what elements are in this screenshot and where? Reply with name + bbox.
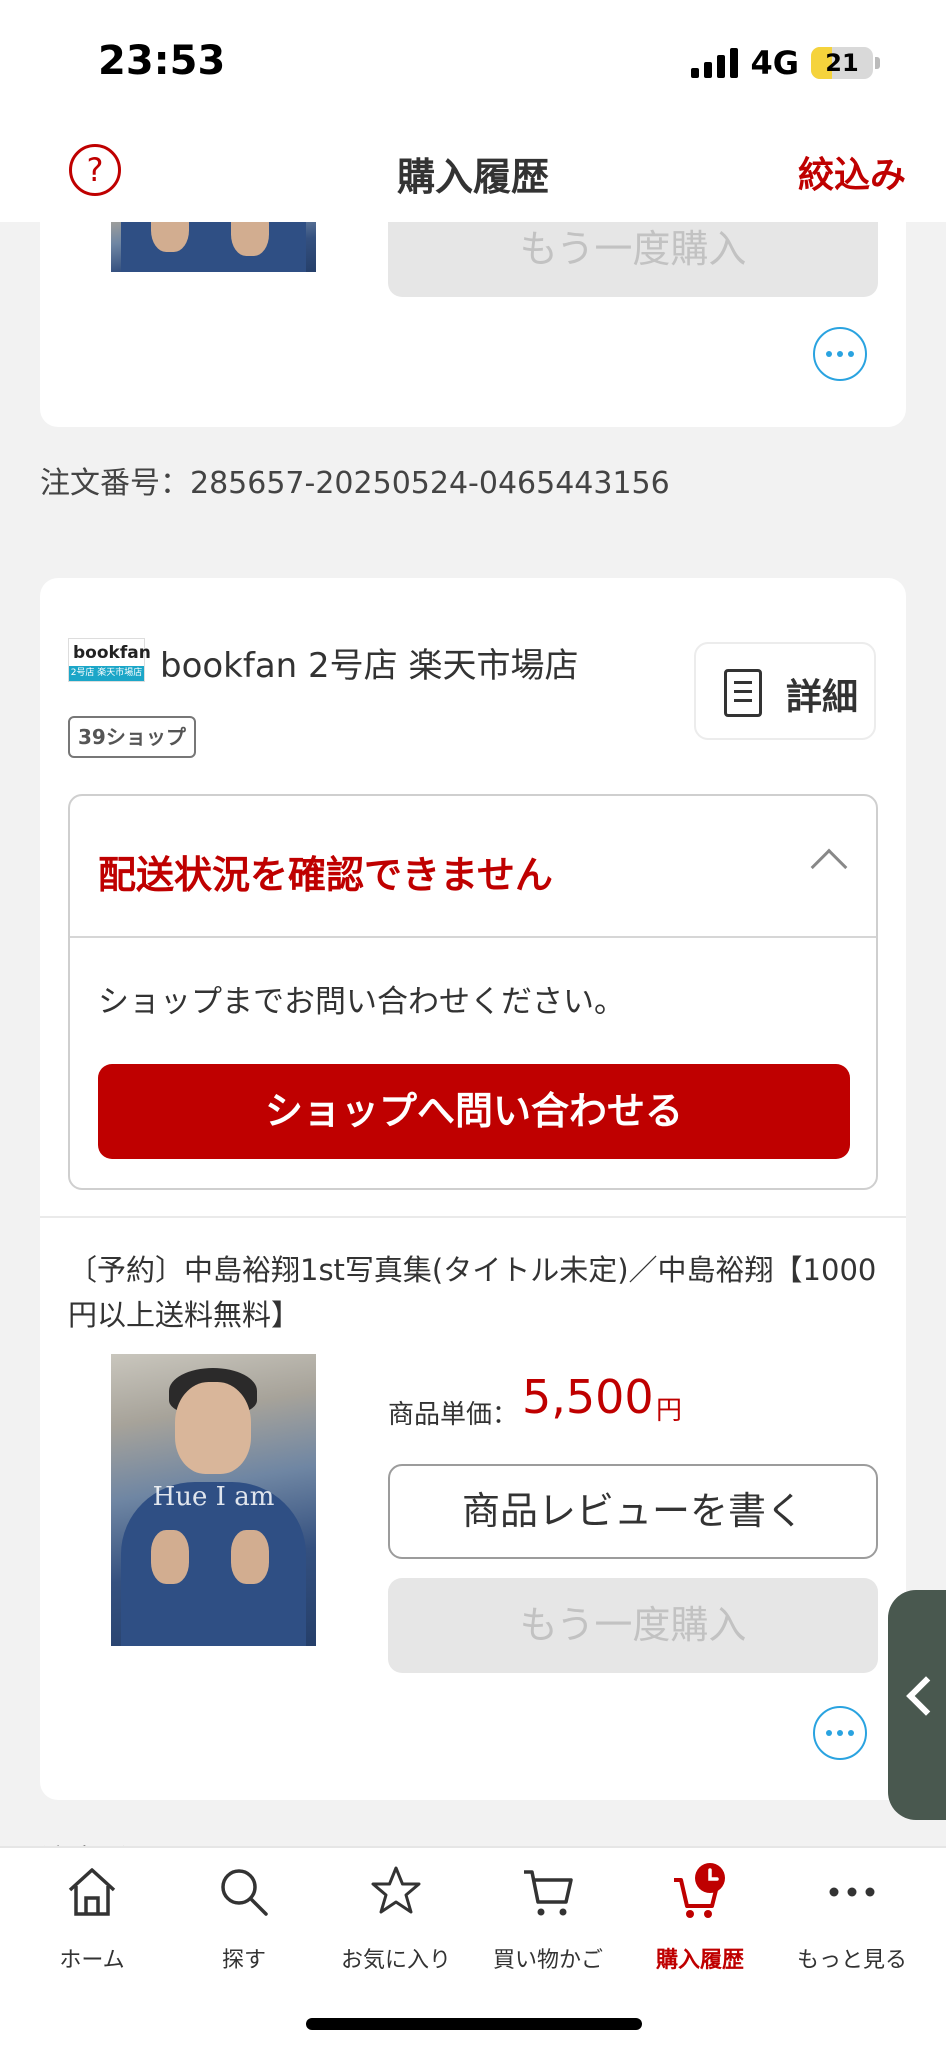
previous-order-card: もう一度購入 xyxy=(40,222,906,427)
status-bar: 23:53 4G 21 xyxy=(0,0,946,120)
tab-label: 購入履歴 xyxy=(655,1948,744,1973)
network-type: 4G xyxy=(750,44,799,82)
battery-level: 21 xyxy=(825,49,859,77)
detail-label: 詳細 xyxy=(786,677,859,718)
delivery-status-panel: 配送状況を確認できません ショップまでお問い合わせください。 ショップへ問い合わ… xyxy=(68,794,878,1190)
contact-shop-button[interactable]: ショップへ問い合わせる xyxy=(98,1064,850,1159)
order-detail-button[interactable]: 詳細 xyxy=(694,642,876,740)
divider xyxy=(40,1216,906,1218)
star-icon xyxy=(371,1866,421,1914)
rebuy-button: もう一度購入 xyxy=(388,222,878,297)
shop-logo-text: bookfan xyxy=(73,643,151,663)
product-thumbnail[interactable]: Hue I am xyxy=(111,1354,316,1646)
write-review-button[interactable]: 商品レビューを書く xyxy=(388,1464,878,1559)
app-header: ? 購入履歴 絞込み xyxy=(0,120,946,222)
cart-icon xyxy=(524,1870,573,1916)
chevron-up-icon xyxy=(810,848,848,886)
more-options-icon[interactable] xyxy=(813,327,867,381)
purchase-history-icon xyxy=(674,1863,725,1918)
tab-favorites[interactable]: お気に入り xyxy=(320,1862,472,1974)
status-indicators: 4G 21 xyxy=(691,44,880,82)
next-order-number: 注文番号：285657-20250524-0543943014 xyxy=(40,1836,670,1846)
shop-name[interactable]: bookfan 2号店 楽天市場店 xyxy=(160,638,578,687)
tab-label: 買い物かご xyxy=(492,1948,603,1973)
purchase-history-list[interactable]: もう一度購入 注文番号：285657-20250524-0465443156 b… xyxy=(0,222,946,1846)
delivery-status-header[interactable]: 配送状況を確認できません xyxy=(70,796,876,938)
tab-label: 探す xyxy=(221,1948,266,1973)
tab-label: もっと見る xyxy=(796,1948,907,1973)
document-icon xyxy=(724,669,762,717)
status-time: 23:53 xyxy=(98,38,226,84)
tab-more[interactable]: もっと見る xyxy=(776,1862,928,1974)
home-indicator xyxy=(306,2018,642,2030)
tab-cart[interactable]: 買い物かご xyxy=(472,1862,624,1974)
shop-logo: bookfan 2号店 楽天市場店 xyxy=(68,638,151,682)
filter-button[interactable]: 絞込み xyxy=(798,146,906,198)
delivery-message: ショップまでお問い合わせください。 xyxy=(98,984,625,1020)
tab-search[interactable]: 探す xyxy=(168,1862,320,1974)
tab-label: お気に入り xyxy=(340,1948,451,1973)
tab-label: ホーム xyxy=(59,1948,125,1973)
rebuy-button: もう一度購入 xyxy=(388,1578,878,1673)
signal-icon xyxy=(691,48,739,78)
shop-badge: 39ショップ xyxy=(68,716,196,758)
price-unit: 円 xyxy=(656,1396,683,1426)
product-name[interactable]: 〔予約〕中島裕翔1st写真集(タイトル未定)／中島裕翔【1000円以上送料無料】 xyxy=(68,1248,878,1338)
product-thumbnail[interactable] xyxy=(111,222,316,272)
shop-logo-subtext: 2号店 楽天市場店 xyxy=(69,666,144,681)
tab-purchase-history[interactable]: 購入履歴 xyxy=(624,1862,776,1974)
more-icon xyxy=(829,1887,875,1897)
home-icon xyxy=(68,1868,116,1916)
order-card: bookfan 2号店 楽天市場店 bookfan 2号店 楽天市場店 39ショ… xyxy=(40,578,906,1800)
cover-title: Hue I am xyxy=(152,1482,275,1512)
search-icon xyxy=(221,1869,268,1916)
chevron-left-icon xyxy=(906,1676,946,1716)
price-value: 5,500 xyxy=(522,1370,654,1424)
side-panel-handle[interactable] xyxy=(888,1590,946,1820)
order-number: 注文番号：285657-20250524-0465443156 xyxy=(40,466,670,501)
price-label: 商品単価： xyxy=(388,1400,519,1430)
delivery-status-text: 配送状況を確認できません xyxy=(98,853,553,897)
battery-icon: 21 xyxy=(811,47,873,79)
more-options-icon[interactable] xyxy=(813,1706,867,1760)
tab-home[interactable]: ホーム xyxy=(16,1862,168,1974)
